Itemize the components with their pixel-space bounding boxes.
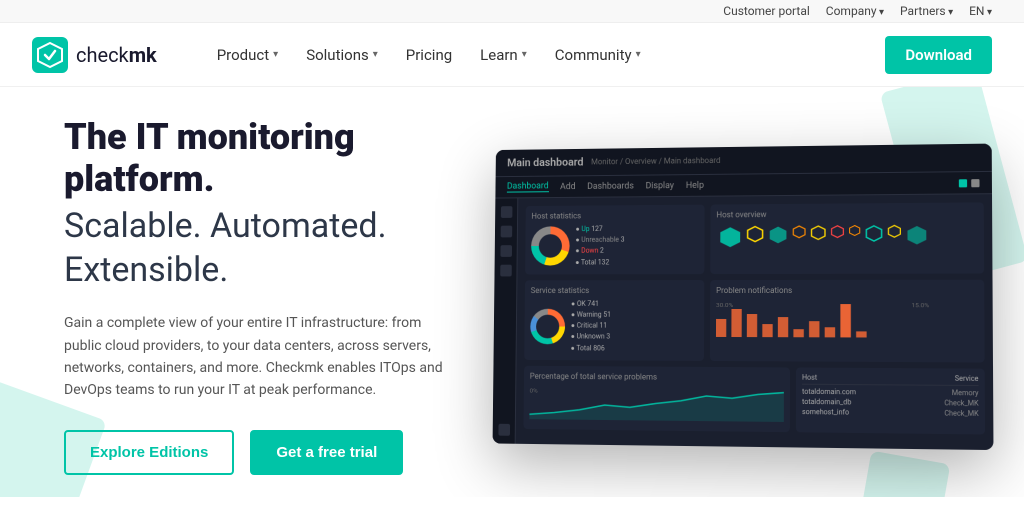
hero-title: The IT monitoring platform. [64,117,484,200]
sidebar-icon-5 [498,424,510,436]
mockup-nav-display: Display [646,181,675,191]
problem-notifications-panel: Problem notifications [710,279,985,362]
mockup-bottom-row: Percentage of total service problems 0% … [523,365,985,434]
sidebar-icon-2 [500,226,512,238]
service-stats-content: ● OK 741 ● Warning 51 ● Critical 11 ● Un… [530,299,698,355]
service-statistics-title: Service statistics [531,286,699,295]
hex-cyan-3 [906,224,929,246]
logo-text: checkmk [76,43,157,67]
nav-item-pricing[interactable]: Pricing [394,38,464,72]
mockup-sidebar [493,198,519,443]
nav-item-community[interactable]: Community ▾ [543,38,653,72]
chevron-down-icon: ▾ [636,49,641,60]
sidebar-icon-1 [500,206,512,218]
deco-shape-bottom-right [858,451,951,497]
hero-section: The IT monitoring platform. Scalable. Au… [0,87,1024,497]
sidebar-icon-bottom [498,424,510,436]
hex-red-1 [830,225,844,239]
mockup-nav-dashboard: Dashboard [507,181,549,192]
chevron-down-icon: ▾ [373,49,378,60]
nav-item-learn[interactable]: Learn ▾ [468,38,539,72]
hero-buttons: Explore Editions Get a free trial [64,430,484,475]
mockup-top-row: Host statistics ● Up 127 ● Unreachable 3… [525,202,984,274]
mockup-title: Main dashboard [507,156,583,170]
hex-yellow-3 [887,224,901,238]
table-header: Host Service totaldomain.comMemory total… [802,373,979,417]
service-statistics-panel: Service statistics ● OK 741 ● Warning 51… [524,280,704,361]
sidebar-icon-4 [500,265,512,277]
mockup-nav-dashboards: Dashboards [587,181,634,191]
hex-cyan-outline [865,224,883,242]
mockup-icon-1 [959,179,967,187]
mockup-main-content: Host statistics ● Up 127 ● Unreachable 3… [516,194,994,450]
explore-editions-button[interactable]: Explore Editions [64,430,234,475]
nav-item-solutions[interactable]: Solutions ▾ [294,38,390,72]
download-button[interactable]: Download [885,36,992,74]
host-stats-content: ● Up 127 ● Unreachable 3 ● Down 2 ● Tota… [531,223,699,268]
host-overview-title: Host overview [716,209,977,220]
mockup-icon-2 [971,179,979,187]
svg-text:0%: 0% [530,389,538,394]
service-problems-chart-panel: Percentage of total service problems 0% [523,365,789,431]
main-nav: checkmk Product ▾ Solutions ▾ Pricing Le… [0,23,1024,87]
mockup-breadcrumb: Monitor / Overview / Main dashboard [591,156,720,166]
host-statistics-title: Host statistics [531,211,698,221]
company-link[interactable]: Company [826,4,884,18]
sidebar-icon-3 [500,245,512,257]
mockup-nav-add: Add [560,182,576,192]
mockup-nav-help: Help [686,180,704,190]
service-line-chart: 0% [529,384,784,421]
service-problems-title: Percentage of total service problems [530,371,784,382]
language-selector[interactable]: EN [969,4,992,18]
utility-bar: Customer portal Company Partners EN [0,0,1024,23]
hex-cyan-large [718,225,742,249]
hex-yellow [746,225,764,243]
hero-image: Main dashboard Monitor / Overview / Main… [484,146,992,446]
host-table-panel: Host Service totaldomain.comMemory total… [796,367,985,434]
mockup-middle-row: Service statistics ● OK 741 ● Warning 51… [524,279,984,362]
chevron-down-icon: ▾ [273,49,278,60]
hex-orange-1 [792,225,806,239]
chevron-down-icon: ▾ [522,49,527,60]
dashboard-mockup: Main dashboard Monitor / Overview / Main… [493,144,994,451]
hex-yellow-2 [810,225,826,241]
problem-notifications-title: Problem notifications [716,286,978,295]
hero-description: Gain a complete view of your entire IT i… [64,312,444,402]
hex-orange-2 [849,224,861,236]
checkmk-logo-icon [32,37,68,73]
host-hexagons [716,222,977,251]
nav-links: Product ▾ Solutions ▾ Pricing Learn ▾ Co… [205,36,992,74]
service-stats-legend: ● OK 741 ● Warning 51 ● Critical 11 ● Un… [571,299,612,354]
mockup-body: Host statistics ● Up 127 ● Unreachable 3… [493,194,994,450]
host-donut-chart [531,227,570,266]
hero-subtitle: Scalable. Automated.Extensible. [64,204,484,292]
customer-portal-link[interactable]: Customer portal [723,4,810,18]
hex-cyan-2 [768,225,788,245]
nav-item-product[interactable]: Product ▾ [205,38,290,72]
get-free-trial-button[interactable]: Get a free trial [250,430,403,475]
host-statistics-panel: Host statistics ● Up 127 ● Unreachable 3… [525,205,705,275]
partners-link[interactable]: Partners [900,4,953,18]
host-stats-legend: ● Up 127 ● Unreachable 3 ● Down 2 ● Tota… [575,224,624,268]
hero-content: The IT monitoring platform. Scalable. Au… [64,117,484,475]
service-donut-chart [530,308,565,344]
problem-bar-chart: 30.0% 15.0% [716,299,978,338]
svg-text:15.0%: 15.0% [911,303,929,308]
svg-text:30.0%: 30.0% [716,303,733,308]
logo[interactable]: checkmk [32,37,157,73]
host-overview-panel: Host overview [710,202,984,273]
